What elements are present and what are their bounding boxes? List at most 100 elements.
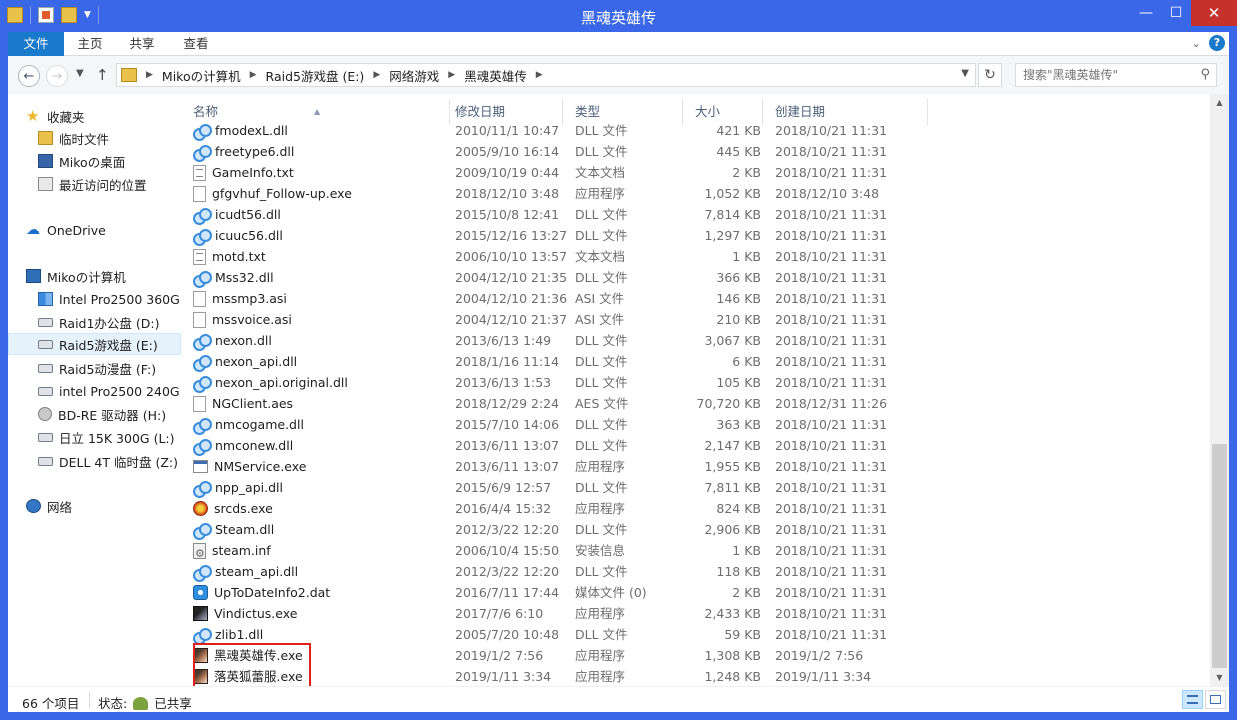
file-row[interactable]: motd.txt 2006/10/10 13:57 文本文档 1 KB 2018/10/… [181,246,1210,267]
chevron-right-icon[interactable]: ▶ [373,70,380,80]
help-icon[interactable]: ? [1209,35,1225,51]
nav-label: BD-RE 驱动器 (H:) [58,407,167,423]
file-row[interactable]: nexon_api.original.dll 2013/6/13 1:53 DLL … [181,372,1210,393]
scrollbar-thumb[interactable] [1212,444,1227,668]
file-dll-icon [193,522,212,540]
chevron-right-icon[interactable]: ▶ [448,70,455,80]
file-row[interactable]: NMService.exe 2013/6/11 13:07 应用程序 1,955 KB… [181,456,1210,477]
file-size: 118 KB [716,564,761,579]
chevron-right-icon[interactable]: ▶ [536,70,543,80]
nav-item-desktop[interactable]: Mikoの桌面 [8,150,181,172]
nav-drive[interactable]: Raid5动漫盘 (F:) [8,357,181,379]
nav-drive[interactable]: intel Pro2500 240G [8,380,181,402]
search-box[interactable]: ⚲ [1015,63,1217,87]
file-row[interactable]: srcds.exe 2016/4/4 15:32 应用程序 824 KB 2018/10… [181,498,1210,519]
chevron-down-icon[interactable]: ▼ [961,68,969,79]
address-bar[interactable]: ▶ Mikoの计算机 ▶ Raid5游戏盘 (E:) ▶ 网络游戏 ▶ 黑魂英雄… [116,63,976,87]
file-row[interactable]: UpToDateInfo2.dat 2016/7/11 17:44 媒体文件 (0)… [181,582,1210,603]
close-button[interactable]: ✕ [1191,0,1237,26]
file-dll-icon [193,333,212,351]
breadcrumb-drive[interactable]: Raid5游戏盘 (E:) [266,66,365,85]
tab-share[interactable]: 共享 [116,32,168,56]
file-row[interactable]: nexon.dll 2013/6/13 1:49 DLL 文件 3,067 KB 201… [181,330,1210,351]
forward-button[interactable]: → [46,65,68,87]
file-created: 2018/12/10 3:48 [775,186,880,201]
breadcrumb-current-folder[interactable]: 黑魂英雄传 [464,66,527,85]
file-row[interactable]: freetype6.dll 2005/9/10 16:14 DLL 文件 445 KB… [181,141,1210,162]
file-row[interactable]: Mss32.dll 2004/12/10 21:35 DLL 文件 366 KB 201… [181,267,1210,288]
tab-view[interactable]: 查看 [170,32,222,56]
file-row[interactable]: nmconew.dll 2013/6/11 13:07 DLL 文件 2,147 KB… [181,435,1210,456]
file-row[interactable]: Vindictus.exe 2017/7/6 6:10 应用程序 2,433 KB 20… [181,603,1210,624]
file-vind-icon [193,606,208,621]
file-created: 2018/10/21 11:31 [775,543,888,558]
nav-favorites[interactable]: ★ 收藏夹 [8,105,181,127]
file-row[interactable]: npp_api.dll 2015/6/9 12:57 DLL 文件 7,811 KB 2… [181,477,1210,498]
large-icons-view-button[interactable] [1205,690,1226,709]
maximize-button[interactable]: ☐ [1161,0,1191,26]
explorer-window: ▼ 黑魂英雄传 — ☐ ✕ 文件 主页 共享 查看 ⌄ ? ← → ▼ ↑ ▶ … [0,0,1237,720]
scroll-down-icon[interactable]: ▼ [1210,669,1229,686]
nav-computer[interactable]: Mikoの计算机 [8,265,181,287]
chevron-right-icon[interactable]: ▶ [146,70,153,80]
file-type: DLL 文件 [575,207,628,222]
vertical-scrollbar[interactable]: ▲ ▼ [1210,94,1229,686]
nav-drive[interactable]: Raid1办公盘 (D:) [8,311,181,333]
tab-home[interactable]: 主页 [64,32,116,56]
file-name: NMService.exe [214,459,307,474]
file-row[interactable]: steam_api.dll 2012/3/22 12:20 DLL 文件 118 KB… [181,561,1210,582]
nav-drive-selected[interactable]: Raid5游戏盘 (E:) [8,333,181,355]
tab-file[interactable]: 文件 [8,32,64,56]
file-row[interactable]: zlib1.dll 2005/7/20 10:48 DLL 文件 59 KB 2018/… [181,624,1210,645]
file-type: DLL 文件 [575,627,628,642]
nav-network[interactable]: 网络 [8,495,181,517]
file-size: 7,814 KB [704,207,761,222]
file-type: DLL 文件 [575,354,628,369]
file-dll-icon [193,375,212,393]
file-row[interactable]: Steam.dll 2012/3/22 12:20 DLL 文件 2,906 KB 20… [181,519,1210,540]
file-created: 2018/10/21 11:31 [775,459,888,474]
file-row[interactable]: nexon_api.dll 2018/1/16 11:14 DLL 文件 6 KB 20… [181,351,1210,372]
search-input[interactable] [1023,68,1199,82]
scroll-up-icon[interactable]: ▲ [1210,94,1229,111]
breadcrumb-computer[interactable]: Mikoの计算机 [162,66,241,85]
file-name-cell: nexon.dll [193,330,451,351]
recent-places-icon [38,177,53,191]
chevron-right-icon[interactable]: ▶ [250,70,257,80]
file-row[interactable]: icudt56.dll 2015/10/8 12:41 DLL 文件 7,814 KB… [181,204,1210,225]
details-view-button[interactable] [1182,690,1203,709]
nav-drive[interactable]: DELL 4T 临时盘 (Z:) [8,450,181,472]
nav-item-recent[interactable]: 最近访问的位置 [8,173,181,195]
file-row[interactable]: 落英狐蕾服.exe 2019/1/11 3:34 应用程序 1,248 KB 2019/… [181,666,1210,687]
search-icon[interactable]: ⚲ [1200,67,1210,82]
file-created: 2018/10/21 11:31 [775,144,888,159]
file-row[interactable]: mssvoice.asi 2004/12/10 21:37 ASI 文件 210 KB… [181,309,1210,330]
recent-locations-icon[interactable]: ▼ [76,68,84,79]
file-type: DLL 文件 [575,522,628,537]
nav-drive[interactable]: Intel Pro2500 360G [8,288,181,310]
file-row[interactable]: fmodexL.dll 2010/11/1 10:47 DLL 文件 421 KB 20… [181,120,1210,141]
nav-item-temp-files[interactable]: 临时文件 [8,127,181,149]
file-row[interactable]: steam.inf 2006/10/4 15:50 安装信息 1 KB 2018/10/… [181,540,1210,561]
file-row[interactable]: nmcogame.dll 2015/7/10 14:06 DLL 文件 363 KB 2… [181,414,1210,435]
details-view-icon [1187,695,1198,704]
file-row[interactable]: GameInfo.txt 2009/10/19 0:44 文本文档 2 KB 2018/… [181,162,1210,183]
drive-icon [38,432,53,442]
file-blank-icon [193,395,206,412]
expand-ribbon-icon[interactable]: ⌄ [1192,37,1201,50]
file-row[interactable]: mssmp3.asi 2004/12/10 21:36 ASI 文件 146 KB 20… [181,288,1210,309]
file-row[interactable]: NGClient.aes 2018/12/29 2:24 AES 文件 70,720 … [181,393,1210,414]
nav-drive[interactable]: 日立 15K 300G (L:) [8,426,181,448]
file-row[interactable]: gfgvhuf_Follow-up.exe 2018/12/10 3:48 应用程序… [181,183,1210,204]
status-bar: 66 个项目 状态: 已共享 [8,686,1229,712]
minimize-button[interactable]: — [1131,0,1161,26]
nav-onedrive[interactable]: ☁ OneDrive [8,219,181,241]
up-button[interactable]: ↑ [96,66,109,84]
breadcrumb-network-games[interactable]: 网络游戏 [389,66,439,85]
refresh-button[interactable]: ↻ [978,63,1002,87]
file-row[interactable]: icuuc56.dll 2015/12/16 13:27 DLL 文件 1,297 K… [181,225,1210,246]
back-button[interactable]: ← [18,65,40,87]
file-row[interactable]: 黑魂英雄传.exe 2019/1/2 7:56 应用程序 1,308 KB 2019/1… [181,645,1210,666]
file-size: 2,147 KB [704,438,761,453]
nav-drive[interactable]: BD-RE 驱动器 (H:) [8,403,181,425]
